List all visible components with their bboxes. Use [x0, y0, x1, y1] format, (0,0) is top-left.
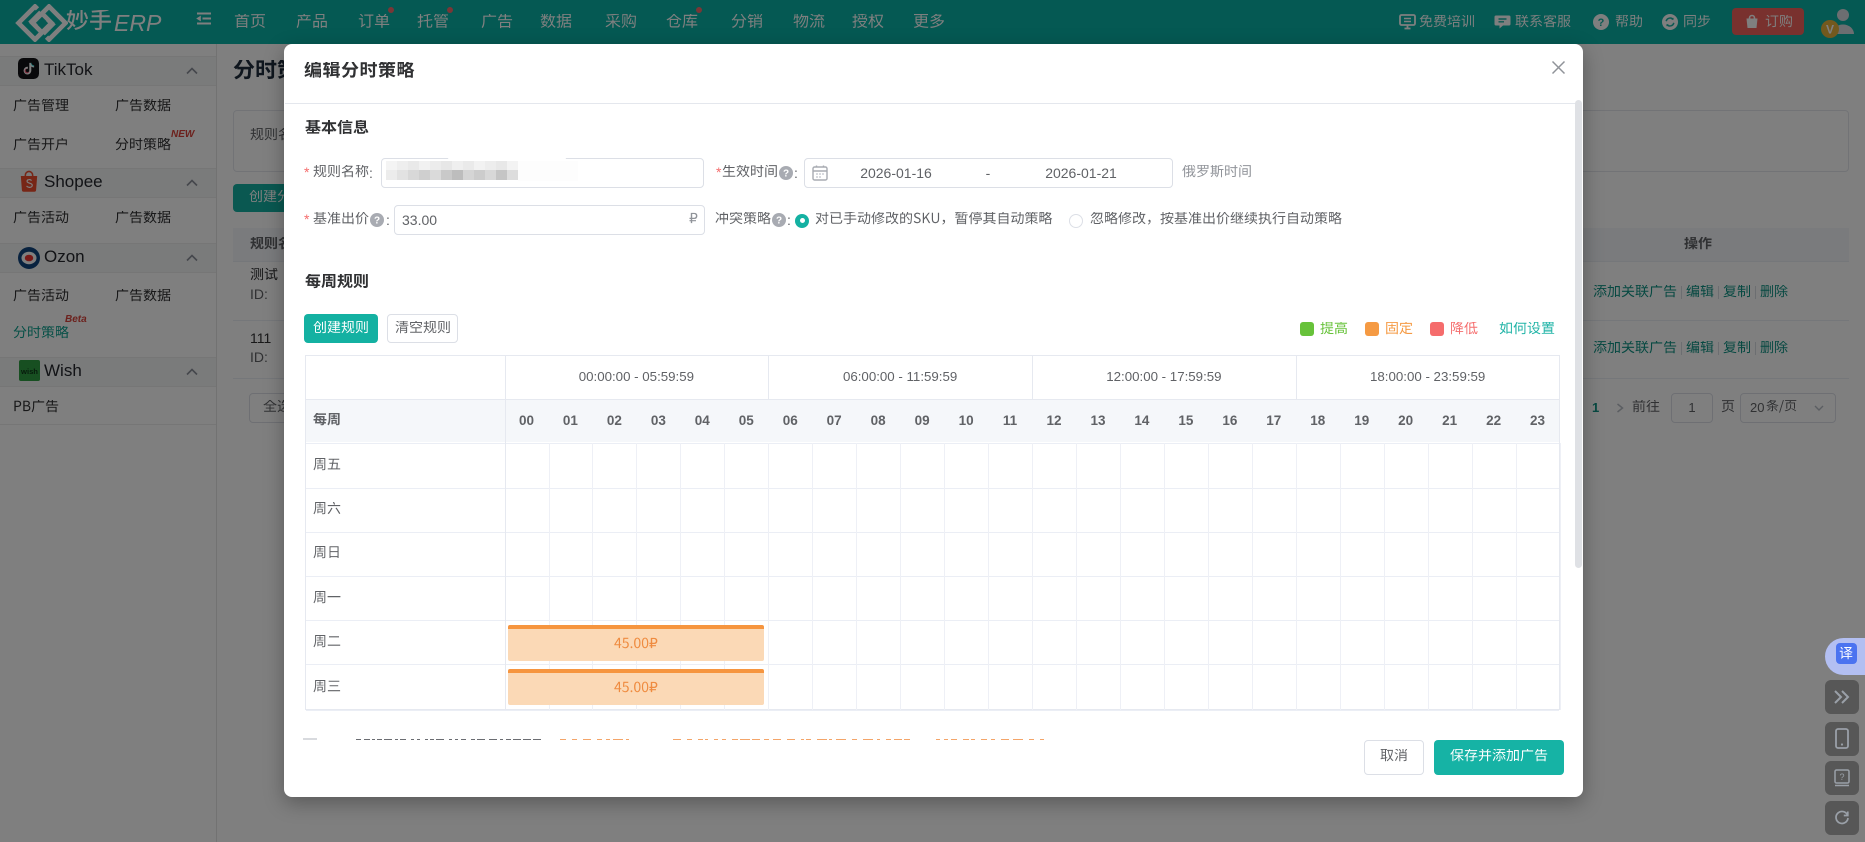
- svg-text:?: ?: [374, 216, 380, 227]
- svg-text:?: ?: [783, 169, 789, 180]
- svg-text:?: ?: [1839, 772, 1844, 782]
- svg-text:?: ?: [776, 216, 782, 227]
